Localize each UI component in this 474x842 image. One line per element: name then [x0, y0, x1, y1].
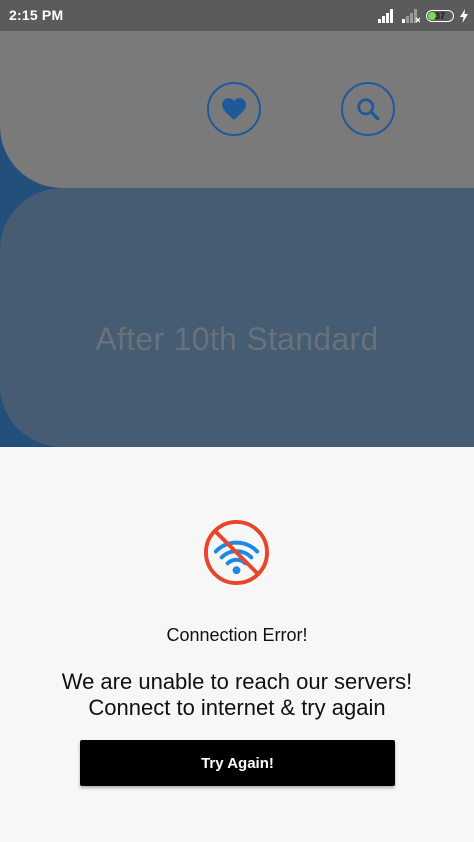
battery-text: 37	[434, 10, 445, 21]
page-title: After 10th Standard	[95, 321, 379, 357]
heart-icon	[222, 98, 246, 120]
signal-weak-icon	[402, 9, 420, 23]
error-message-line-1: We are unable to reach our servers!	[61, 669, 413, 694]
charging-icon	[460, 9, 468, 23]
error-title: Connection Error!	[166, 625, 308, 645]
hero-banner: After 10th Standard	[0, 31, 474, 447]
wifi-off-icon	[203, 519, 270, 586]
search-button[interactable]	[341, 82, 395, 136]
signal-icon	[378, 9, 393, 23]
error-message: We are unable to reach our servers! Conn…	[0, 669, 474, 721]
search-icon	[357, 98, 380, 121]
connection-error-panel: Connection Error! We are unable to reach…	[0, 447, 474, 842]
status-bar: 2:15 PM 37	[0, 0, 474, 31]
status-icons: 37	[378, 6, 468, 26]
try-again-button[interactable]: Try Again!	[80, 740, 395, 786]
battery-icon: 37	[426, 10, 454, 22]
favorites-button[interactable]	[207, 82, 261, 136]
error-message-line-2: Connect to internet & try again	[88, 695, 386, 720]
status-time: 2:15 PM	[9, 7, 64, 23]
hero-body-panel	[0, 188, 474, 447]
